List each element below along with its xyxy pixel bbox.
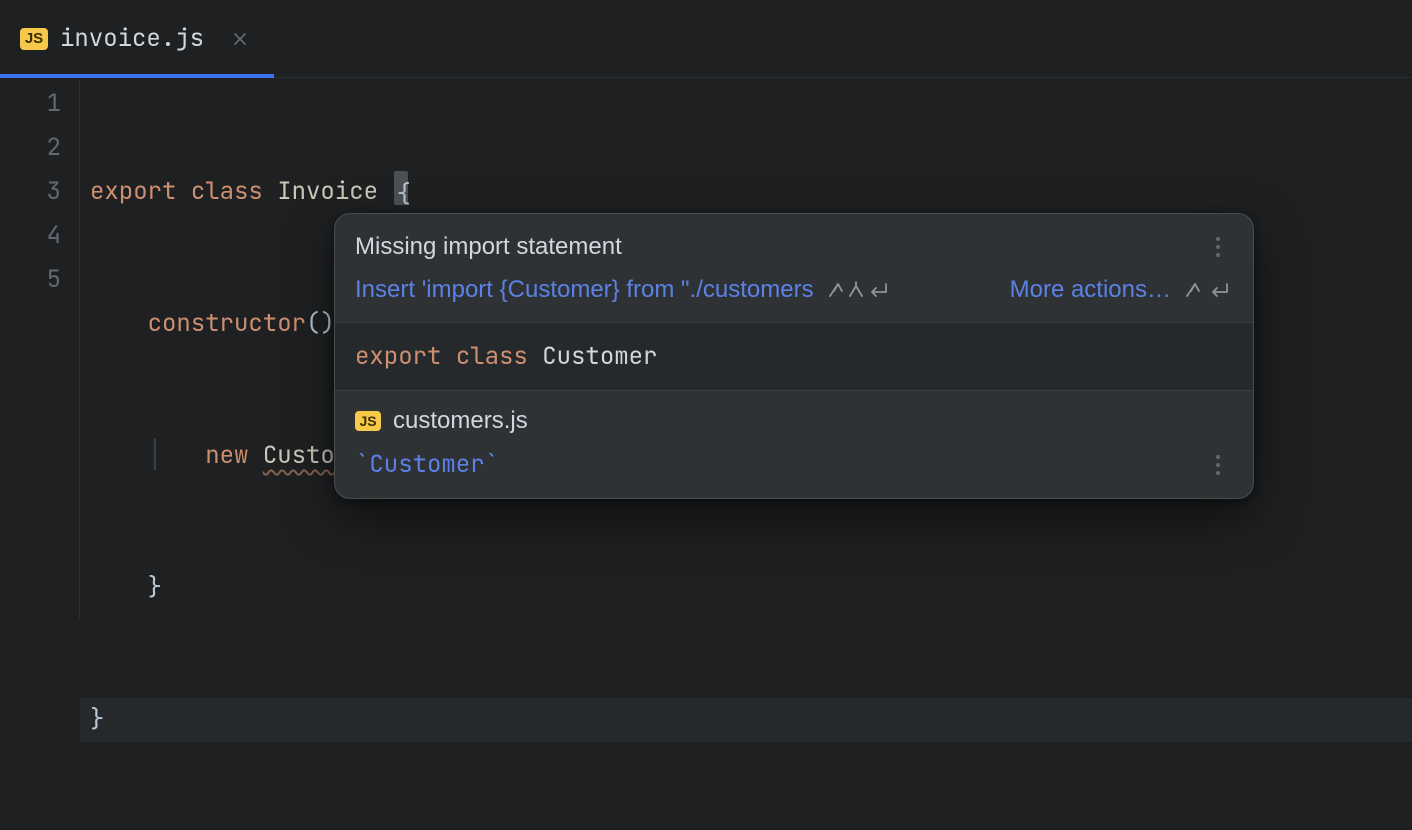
line-number-gutter: 1 2 3 4 5 [0, 78, 80, 620]
tab-label: invoice.js [60, 23, 204, 54]
line-number: 1 [0, 82, 61, 126]
more-options-icon[interactable] [1203, 232, 1233, 262]
line-number: 4 [0, 214, 61, 258]
popup-source-filename: customers.js [393, 407, 528, 435]
tab-invoice-js[interactable]: JS invoice.js [0, 0, 274, 77]
js-file-icon: JS [20, 28, 48, 50]
popup-source-file[interactable]: JS customers.js [335, 391, 1253, 441]
shortcut-alt-enter-icon [1185, 279, 1233, 301]
tab-bar: JS invoice.js [0, 0, 1412, 78]
line-number: 3 [0, 170, 61, 214]
js-file-icon: JS [355, 411, 381, 431]
insert-import-action[interactable]: Insert 'import {Customer} from "./custom… [355, 276, 814, 304]
popup-code-preview: export class Customer [335, 322, 1253, 391]
close-tab-icon[interactable] [226, 25, 254, 53]
popup-title: Missing import statement [355, 233, 622, 261]
text-cursor: { [394, 171, 408, 205]
more-actions-link[interactable]: More actions… [1010, 276, 1171, 304]
code-line: } [90, 566, 1412, 610]
shortcut-alt-shift-enter-icon [828, 279, 892, 301]
line-number: 5 [0, 258, 61, 302]
popup-symbol-reference[interactable]: `Customer` [355, 449, 499, 480]
intention-popup: Missing import statement Insert 'import … [334, 213, 1254, 499]
line-number: 2 [0, 126, 61, 170]
more-options-icon[interactable] [1203, 450, 1233, 480]
code-line: export class Invoice { [90, 170, 1412, 214]
code-line: } [80, 698, 1412, 742]
popup-header: Missing import statement Insert 'import … [335, 214, 1253, 322]
